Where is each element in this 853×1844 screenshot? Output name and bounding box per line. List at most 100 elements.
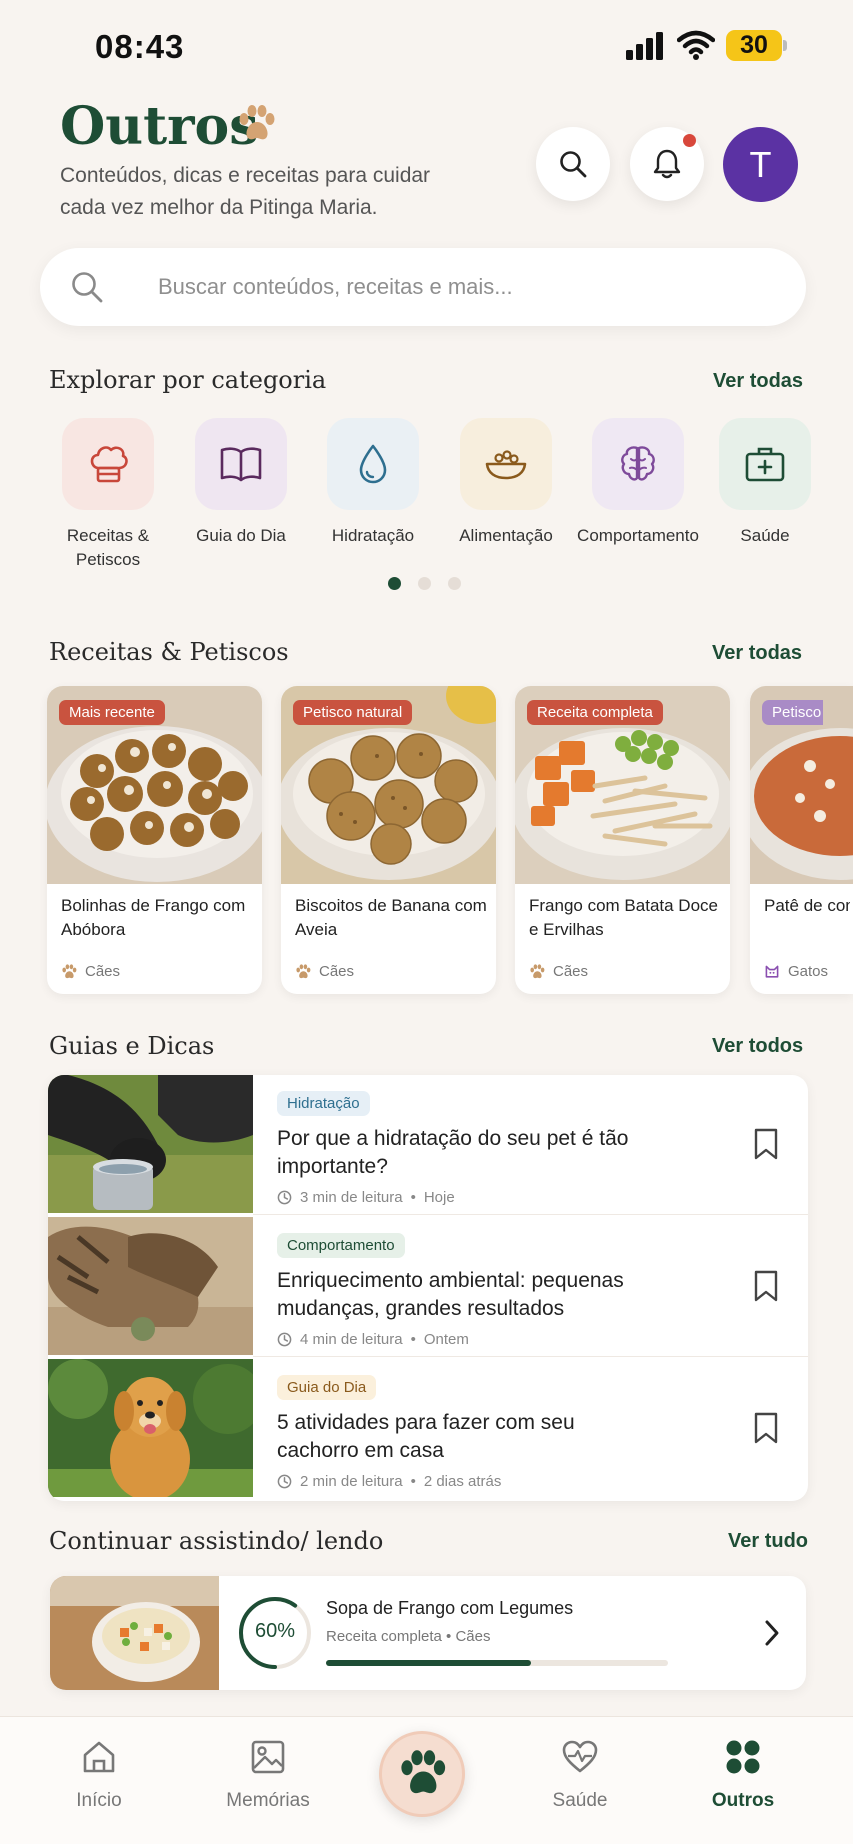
category-daily-guide[interactable]: Guia do Dia bbox=[171, 418, 311, 548]
nav-label: Saúde bbox=[552, 1790, 608, 1811]
category-tile bbox=[62, 418, 154, 510]
status-bar: 08:43 30 bbox=[0, 0, 853, 90]
recipe-pet-label: Cães bbox=[553, 963, 589, 980]
recipe-badge: Petisco natural bbox=[293, 700, 413, 725]
guides-title: Guias e Dicas bbox=[49, 1032, 215, 1060]
nav-label: Memórias bbox=[226, 1790, 310, 1811]
recipe-name: Frango com Batata Doce e Ervilhas bbox=[529, 896, 718, 939]
gallery-icon bbox=[251, 1740, 285, 1774]
recipe-card[interactable]: Petisco natural Biscoitos de Banana com … bbox=[281, 686, 496, 994]
recipe-pet: Cães bbox=[295, 963, 354, 980]
chevron-right-icon[interactable] bbox=[762, 1618, 782, 1648]
category-hydration[interactable]: Hidratação bbox=[303, 418, 443, 548]
guide-date: Hoje bbox=[423, 1189, 455, 1206]
guide-item[interactable]: Hidratação Por que a hidratação do seu p… bbox=[48, 1075, 808, 1213]
paw-icon bbox=[62, 963, 77, 978]
category-label: Hidratação bbox=[331, 526, 415, 545]
guide-image bbox=[48, 1359, 253, 1497]
meta-separator: • bbox=[410, 1189, 416, 1206]
guide-title: Enriquecimento ambiental: pequenas mudan… bbox=[277, 1269, 624, 1320]
recipe-image: Receita completa bbox=[515, 686, 730, 884]
recipe-name: Patê de com At bbox=[764, 896, 850, 915]
recipe-card[interactable]: Mais recente Bolinhas de Frango com Abób… bbox=[47, 686, 262, 994]
search-input[interactable]: Buscar conteúdos, receitas e mais... bbox=[40, 248, 806, 326]
page-subtitle: Conteúdos, dicas e receitas para cuidar … bbox=[60, 164, 431, 219]
search-icon bbox=[560, 151, 587, 178]
recipe-image: Petisco bbox=[750, 686, 853, 884]
clock-icon bbox=[277, 1332, 292, 1347]
nav-label: Outros bbox=[711, 1790, 775, 1811]
category-health[interactable]: Saúde bbox=[695, 418, 835, 548]
notifications-button[interactable] bbox=[630, 127, 704, 201]
book-icon bbox=[220, 447, 262, 482]
continue-image bbox=[50, 1576, 219, 1690]
search-button[interactable] bbox=[536, 127, 610, 201]
nav-item-memories[interactable]: Memórias bbox=[203, 1737, 333, 1812]
guide-tag: Hidratação bbox=[277, 1091, 370, 1116]
recipe-pet: Cães bbox=[529, 963, 588, 980]
guide-item[interactable]: Comportamento Enriquecimento ambiental: … bbox=[48, 1217, 808, 1355]
recipe-badge: Receita completa bbox=[527, 700, 663, 725]
chef-hat-icon bbox=[90, 446, 128, 483]
wifi-icon bbox=[677, 30, 715, 60]
recipes-title: Receitas & Petiscos bbox=[49, 638, 289, 666]
recipes-see-all-link[interactable]: Ver todas bbox=[712, 642, 802, 665]
bell-icon bbox=[653, 149, 681, 179]
recipe-pet-label: Gatos bbox=[788, 963, 829, 980]
bottom-navigation: Início Memórias Saúde Outros bbox=[0, 1716, 853, 1844]
pagination-dot[interactable] bbox=[418, 577, 431, 590]
nav-item-health[interactable]: Saúde bbox=[515, 1737, 645, 1812]
category-tile bbox=[719, 418, 811, 510]
divider bbox=[253, 1214, 808, 1215]
guide-tag: Comportamento bbox=[277, 1233, 405, 1258]
avatar[interactable]: T bbox=[723, 127, 798, 202]
recipe-badge: Mais recente bbox=[59, 700, 165, 725]
bookmark-icon[interactable] bbox=[752, 1411, 780, 1445]
signal-icon bbox=[626, 32, 663, 60]
nav-item-home[interactable]: Início bbox=[34, 1737, 164, 1812]
progress-bar bbox=[326, 1660, 668, 1666]
category-label: Guia do Dia bbox=[196, 526, 286, 545]
recipe-image: Mais recente bbox=[47, 686, 262, 884]
bookmark-icon[interactable] bbox=[752, 1127, 780, 1161]
guide-date: 2 dias atrás bbox=[423, 1473, 502, 1490]
categories-title: Explorar por categoria bbox=[49, 366, 327, 394]
notification-dot bbox=[683, 134, 696, 147]
status-time: 08:43 bbox=[95, 28, 185, 65]
bookmark-icon[interactable] bbox=[752, 1269, 780, 1303]
guide-meta: 2 min de leitura • 2 dias atrás bbox=[277, 1473, 501, 1490]
guide-title: Por que a hidratação do seu pet é tão im… bbox=[277, 1127, 629, 1178]
paw-icon bbox=[296, 963, 311, 978]
guide-read-time: 4 min de leitura bbox=[300, 1331, 403, 1348]
battery-indicator: 30 bbox=[726, 30, 787, 61]
nav-label: Início bbox=[76, 1790, 122, 1811]
guide-tag: Guia do Dia bbox=[277, 1375, 377, 1400]
category-behavior[interactable]: Comportamento bbox=[568, 418, 708, 548]
grid-dots-icon bbox=[726, 1740, 760, 1774]
guide-item[interactable]: Guia do Dia 5 atividades para fazer com … bbox=[48, 1359, 808, 1497]
recipe-pet: Cães bbox=[61, 963, 120, 980]
category-label: Comportamento bbox=[577, 526, 699, 545]
recipe-card[interactable]: Receita completa Frango com Batata Doce … bbox=[515, 686, 730, 994]
guide-title: 5 atividades para fazer com seu cachorro… bbox=[277, 1411, 575, 1462]
nav-item-pet[interactable] bbox=[379, 1731, 465, 1817]
progress-percent: 60% bbox=[254, 1620, 296, 1642]
category-label: Receitas & Petiscos bbox=[66, 526, 150, 569]
continue-see-all-link[interactable]: Ver tudo bbox=[728, 1530, 808, 1553]
categories-see-all-link[interactable]: Ver todas bbox=[713, 370, 803, 393]
nav-item-others[interactable]: Outros bbox=[678, 1737, 808, 1812]
brain-icon bbox=[621, 446, 655, 481]
category-food[interactable]: Alimentação bbox=[436, 418, 576, 548]
pagination-dot[interactable] bbox=[388, 577, 401, 590]
recipe-card[interactable]: Petisco Patê de com At Gatos bbox=[750, 686, 853, 994]
pagination-dot[interactable] bbox=[448, 577, 461, 590]
category-label: Saúde bbox=[740, 526, 790, 545]
guide-meta: 3 min de leitura • Hoje bbox=[277, 1189, 455, 1206]
category-recipes[interactable]: Receitas & Petiscos bbox=[38, 418, 178, 572]
guides-see-all-link[interactable]: Ver todos bbox=[712, 1035, 803, 1058]
guide-image bbox=[48, 1075, 253, 1213]
continue-card[interactable]: 60% Sopa de Frango com Legumes Receita c… bbox=[50, 1576, 806, 1690]
recipe-pet-label: Cães bbox=[319, 963, 355, 980]
divider bbox=[253, 1356, 808, 1357]
guide-date: Ontem bbox=[423, 1331, 469, 1348]
